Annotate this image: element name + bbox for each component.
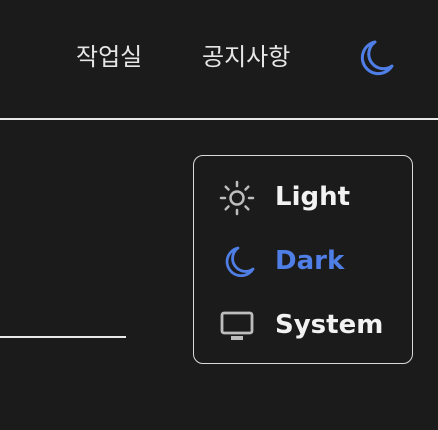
- monitor-icon: [220, 311, 254, 340]
- theme-option-light[interactable]: Light: [218, 176, 408, 218]
- moon-icon: [225, 246, 255, 278]
- content-underline: [0, 336, 126, 338]
- nav-link-workroom[interactable]: 작업실: [76, 39, 142, 75]
- app-screen: 작업실 공지사항 Light Dark System: [0, 0, 438, 430]
- theme-toggle-button[interactable]: [352, 36, 396, 80]
- sun-icon: [219, 180, 255, 216]
- theme-option-label: Light: [275, 182, 351, 212]
- theme-option-system[interactable]: System: [218, 304, 408, 346]
- theme-option-label: System: [275, 310, 384, 340]
- moon-icon: [360, 40, 394, 76]
- theme-dropdown-menu: Light Dark System: [193, 155, 413, 364]
- theme-option-dark[interactable]: Dark: [218, 240, 408, 282]
- nav-link-notices[interactable]: 공지사항: [202, 39, 290, 75]
- header-divider: [0, 118, 438, 120]
- theme-option-label: Dark: [275, 246, 345, 276]
